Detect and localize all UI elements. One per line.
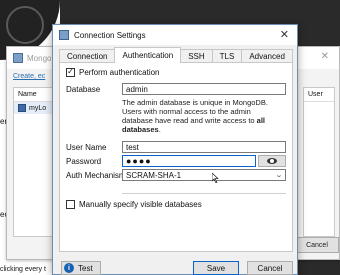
database-label: Database (66, 85, 101, 94)
username-field[interactable]: test (122, 141, 286, 153)
connection-name: myLo (29, 104, 47, 112)
connection-icon (18, 104, 26, 112)
tab-connection[interactable]: Connection (59, 49, 116, 63)
close-icon[interactable]: ✕ (321, 51, 329, 62)
username-label: User Name (66, 143, 107, 152)
manual-dbs-label: Manually specify visible databases (79, 200, 202, 209)
test-button-label: Test (78, 263, 93, 273)
auth-mechanism-value: SCRAM-SHA-1 (126, 170, 182, 180)
auth-mechanism-label: Auth Mechanism (66, 171, 126, 180)
database-description-end: . (158, 125, 161, 134)
password-dots: ●●●● (126, 156, 152, 166)
column-header-name[interactable]: Name (14, 88, 56, 102)
parent-links[interactable]: Create, ec (13, 73, 45, 80)
auth-mechanism-select[interactable]: SCRAM-SHA-1 ⌄ (122, 169, 286, 181)
manual-dbs-checkbox[interactable] (66, 200, 75, 209)
info-icon: i (64, 263, 74, 273)
database-description: The admin database is unique in MongoDB.… (122, 98, 282, 134)
column-header-user[interactable]: User (304, 88, 334, 102)
parent-window-title: Mongo (27, 53, 52, 63)
database-description-text: The admin database is unique in MongoDB.… (122, 98, 268, 125)
password-label: Password (66, 157, 102, 166)
connection-settings-dialog: Connection Settings ✕ Connection Authent… (52, 24, 298, 275)
app-icon (13, 53, 23, 63)
cancel-button[interactable]: Cancel (247, 261, 293, 275)
connections-table: Name myLo (13, 87, 57, 237)
manual-dbs-row: Manually specify visible databases (66, 200, 202, 209)
test-button[interactable]: i Test (61, 261, 101, 275)
background-text: clicking every t (0, 266, 46, 273)
tab-bar: Connection Authentication SSH TLS Advanc… (59, 47, 293, 63)
tab-advanced[interactable]: Advanced (241, 49, 293, 63)
perform-auth-checkbox[interactable] (66, 68, 75, 77)
tab-tls[interactable]: TLS (211, 49, 243, 63)
password-field[interactable]: ●●●● (122, 155, 256, 167)
perform-auth-row: Perform authentication (66, 68, 160, 77)
show-password-button[interactable] (258, 155, 286, 167)
tab-authentication[interactable]: Authentication (114, 47, 182, 63)
database-field[interactable]: admin (122, 83, 286, 95)
users-column: User (303, 87, 335, 237)
chevron-down-icon: ⌄ (275, 172, 283, 179)
app-icon (59, 30, 69, 40)
eye-icon (267, 158, 277, 164)
parent-cancel-button[interactable]: Cancel (295, 237, 339, 253)
tab-ssh[interactable]: SSH (180, 49, 213, 63)
table-row[interactable]: myLo (14, 102, 56, 114)
divider (122, 193, 286, 194)
dialog-titlebar: Connection Settings (53, 25, 297, 45)
perform-auth-label: Perform authentication (79, 68, 160, 77)
mouse-cursor-icon (212, 173, 219, 183)
authentication-panel: Perform authentication Database admin Th… (59, 62, 293, 252)
close-icon[interactable]: ✕ (280, 28, 289, 41)
dialog-title: Connection Settings (74, 30, 146, 40)
save-button[interactable]: Save (193, 261, 239, 275)
